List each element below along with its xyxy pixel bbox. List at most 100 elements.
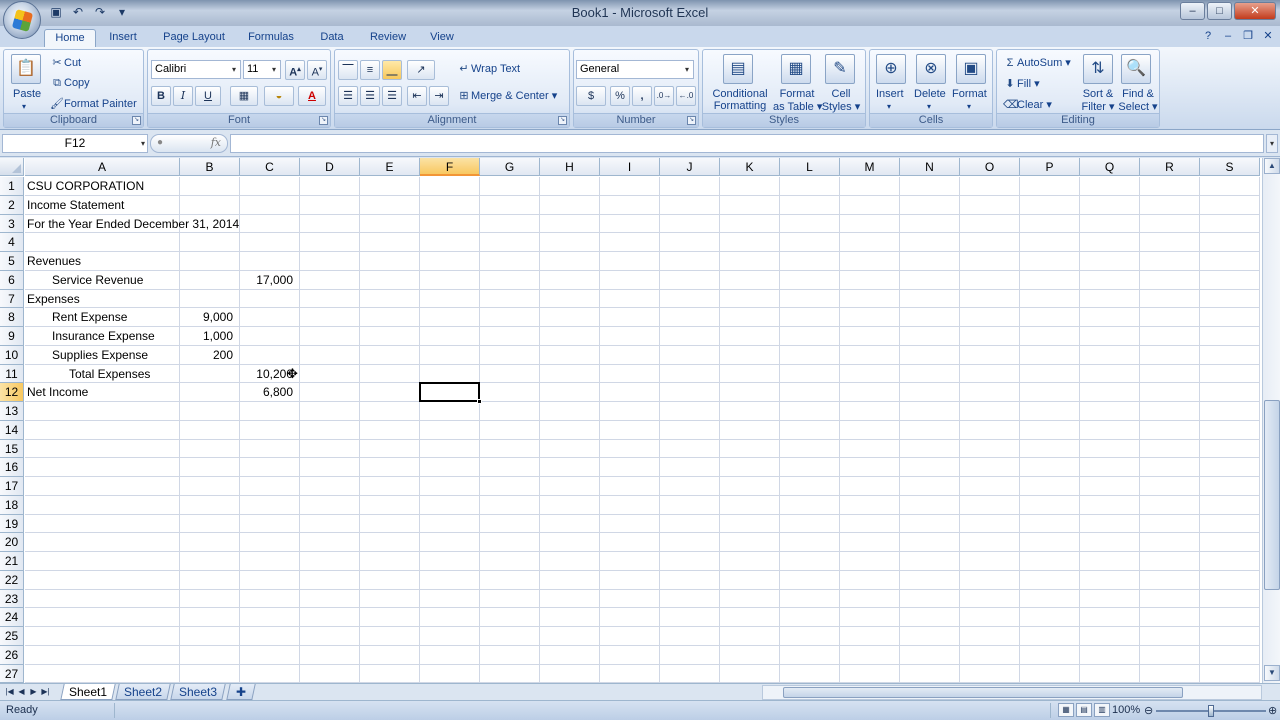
cell-a2[interactable]: Income Statement xyxy=(27,196,124,214)
row-header-27[interactable]: 27 xyxy=(0,664,24,683)
row-header-6[interactable]: 6 xyxy=(0,270,24,290)
sheet-tab-sheet2[interactable]: Sheet2 xyxy=(115,684,171,700)
zoom-in-icon[interactable]: ⊕ xyxy=(1268,704,1277,717)
vertical-scrollbar[interactable]: ▲ ▼ xyxy=(1262,158,1280,683)
row-header-22[interactable]: 22 xyxy=(0,570,24,590)
row-header-13[interactable]: 13 xyxy=(0,402,24,421)
row-header-25[interactable]: 25 xyxy=(0,627,24,646)
last-sheet-icon[interactable]: ▶| xyxy=(40,685,51,699)
grow-font-icon[interactable]: A▴ xyxy=(285,60,305,80)
increase-decimal-icon[interactable]: .0→ xyxy=(654,86,674,106)
column-header-f[interactable]: F xyxy=(420,158,480,176)
row-header-5[interactable]: 5 xyxy=(0,252,24,271)
clear-button[interactable]: ⌫Clear ▾ xyxy=(1003,98,1052,111)
find-select-button[interactable]: Find & Select ▾ xyxy=(1117,88,1159,113)
tab-review[interactable]: Review xyxy=(362,29,414,47)
formula-input[interactable] xyxy=(230,134,1264,153)
row-header-16[interactable]: 16 xyxy=(0,458,24,477)
cell-b8[interactable]: 9,000 xyxy=(180,308,233,326)
orientation-icon[interactable]: ↗ xyxy=(407,60,435,80)
column-header-d[interactable]: D xyxy=(300,158,360,176)
row-header-4[interactable]: 4 xyxy=(0,233,24,252)
conditional-formatting-icon[interactable]: ▤ xyxy=(723,54,753,84)
cell-c6[interactable]: 17,000 xyxy=(240,271,293,289)
page-layout-view-icon[interactable]: ▤ xyxy=(1076,703,1092,717)
sheet-tab-sheet3[interactable]: Sheet3 xyxy=(170,684,226,700)
font-size-combo[interactable]: 11 ▾ xyxy=(243,60,281,79)
number-format-combo[interactable]: General ▾ xyxy=(576,60,694,79)
column-header-r[interactable]: R xyxy=(1140,158,1200,176)
format-cells-icon[interactable]: ▣ xyxy=(956,54,986,84)
cell-styles-icon[interactable]: ✎ xyxy=(825,54,855,84)
row-header-12[interactable]: 12 xyxy=(0,383,24,402)
insert-dropdown-icon[interactable]: ▾ xyxy=(887,102,891,111)
underline-button[interactable]: U xyxy=(195,86,221,106)
row-header-17[interactable]: 17 xyxy=(0,477,24,496)
paste-button[interactable]: Paste xyxy=(13,88,41,100)
zoom-slider-knob[interactable] xyxy=(1208,705,1214,717)
align-center-icon[interactable]: ☰ xyxy=(360,86,380,106)
select-all-corner[interactable] xyxy=(0,158,24,176)
tab-insert[interactable]: Insert xyxy=(102,29,144,47)
name-box[interactable]: F12 ▾ xyxy=(2,134,148,153)
page-break-view-icon[interactable]: ▥ xyxy=(1094,703,1110,717)
insert-cells-button[interactable]: Insert xyxy=(876,88,904,100)
cell-styles-button[interactable]: Cell Styles ▾ xyxy=(821,88,861,113)
column-header-n[interactable]: N xyxy=(900,158,960,176)
comma-button[interactable]: , xyxy=(632,86,652,106)
cell-b10[interactable]: 200 xyxy=(180,346,233,364)
column-header-j[interactable]: J xyxy=(660,158,720,176)
cell-a9[interactable]: Insurance Expense xyxy=(52,327,155,345)
align-middle-icon[interactable]: ≡ xyxy=(360,60,380,80)
column-header-l[interactable]: L xyxy=(780,158,840,176)
scroll-up-icon[interactable]: ▲ xyxy=(1264,158,1280,174)
vertical-scroll-thumb[interactable] xyxy=(1264,400,1280,590)
column-header-a[interactable]: A xyxy=(25,158,180,176)
row-header-1[interactable]: 1 xyxy=(0,177,24,196)
row-header-3[interactable]: 3 xyxy=(0,214,24,234)
fill-button[interactable]: ⬇ Fill ▾ xyxy=(1003,77,1039,90)
column-header-m[interactable]: M xyxy=(840,158,900,176)
align-left-icon[interactable]: ☰ xyxy=(338,86,358,106)
conditional-formatting-button[interactable]: Conditional Formatting xyxy=(708,88,772,112)
shrink-font-icon[interactable]: A▾ xyxy=(307,60,327,80)
column-header-k[interactable]: K xyxy=(720,158,780,176)
row-header-8[interactable]: 8 xyxy=(0,308,24,327)
alignment-launcher-icon[interactable]: ↘ xyxy=(558,116,567,125)
column-header-s[interactable]: S xyxy=(1200,158,1260,176)
align-right-icon[interactable]: ☰ xyxy=(382,86,402,106)
cell-c11[interactable]: 10,200 xyxy=(240,365,293,383)
next-sheet-icon[interactable]: ▶ xyxy=(28,685,39,699)
paste-dropdown-icon[interactable]: ▾ xyxy=(22,102,26,111)
delete-dropdown-icon[interactable]: ▾ xyxy=(927,102,931,111)
cell-a10[interactable]: Supplies Expense xyxy=(52,346,148,364)
column-header-g[interactable]: G xyxy=(480,158,540,176)
font-color-icon[interactable]: A xyxy=(298,86,326,106)
prev-sheet-icon[interactable]: ◀ xyxy=(16,685,27,699)
cell-a3[interactable]: For the Year Ended December 31, 2014 xyxy=(27,215,239,233)
insert-function-button[interactable]: fx xyxy=(211,136,221,149)
column-header-o[interactable]: O xyxy=(960,158,1020,176)
insert-sheet-button[interactable]: ✚ xyxy=(226,684,256,700)
wrap-text-button[interactable]: ↵ Wrap Text xyxy=(457,62,520,75)
paste-icon[interactable]: 📋 xyxy=(11,54,41,84)
number-launcher-icon[interactable]: ↘ xyxy=(687,116,696,125)
cell-a5[interactable]: Revenues xyxy=(27,252,81,270)
cell-a11[interactable]: Total Expenses xyxy=(69,365,150,383)
tab-view[interactable]: View xyxy=(424,29,460,47)
column-header-q[interactable]: Q xyxy=(1080,158,1140,176)
percent-button[interactable]: % xyxy=(610,86,630,106)
column-header-b[interactable]: B xyxy=(180,158,240,176)
fill-color-icon[interactable]: ◒ xyxy=(264,86,294,106)
expand-formula-bar-icon[interactable]: ▾ xyxy=(1266,134,1278,153)
close-button[interactable]: ✕ xyxy=(1234,2,1276,20)
cell-a1[interactable]: CSU CORPORATION xyxy=(27,177,144,195)
cell-c12[interactable]: 6,800 xyxy=(240,383,293,401)
workbook-restore-icon[interactable]: ❐ xyxy=(1240,28,1256,44)
minimize-button[interactable]: – xyxy=(1180,2,1205,20)
column-header-i[interactable]: I xyxy=(600,158,660,176)
row-header-23[interactable]: 23 xyxy=(0,589,24,609)
fill-handle[interactable] xyxy=(477,399,482,404)
italic-button[interactable]: I xyxy=(173,86,193,106)
format-painter-button[interactable]: 🖌Format Painter xyxy=(50,97,137,110)
